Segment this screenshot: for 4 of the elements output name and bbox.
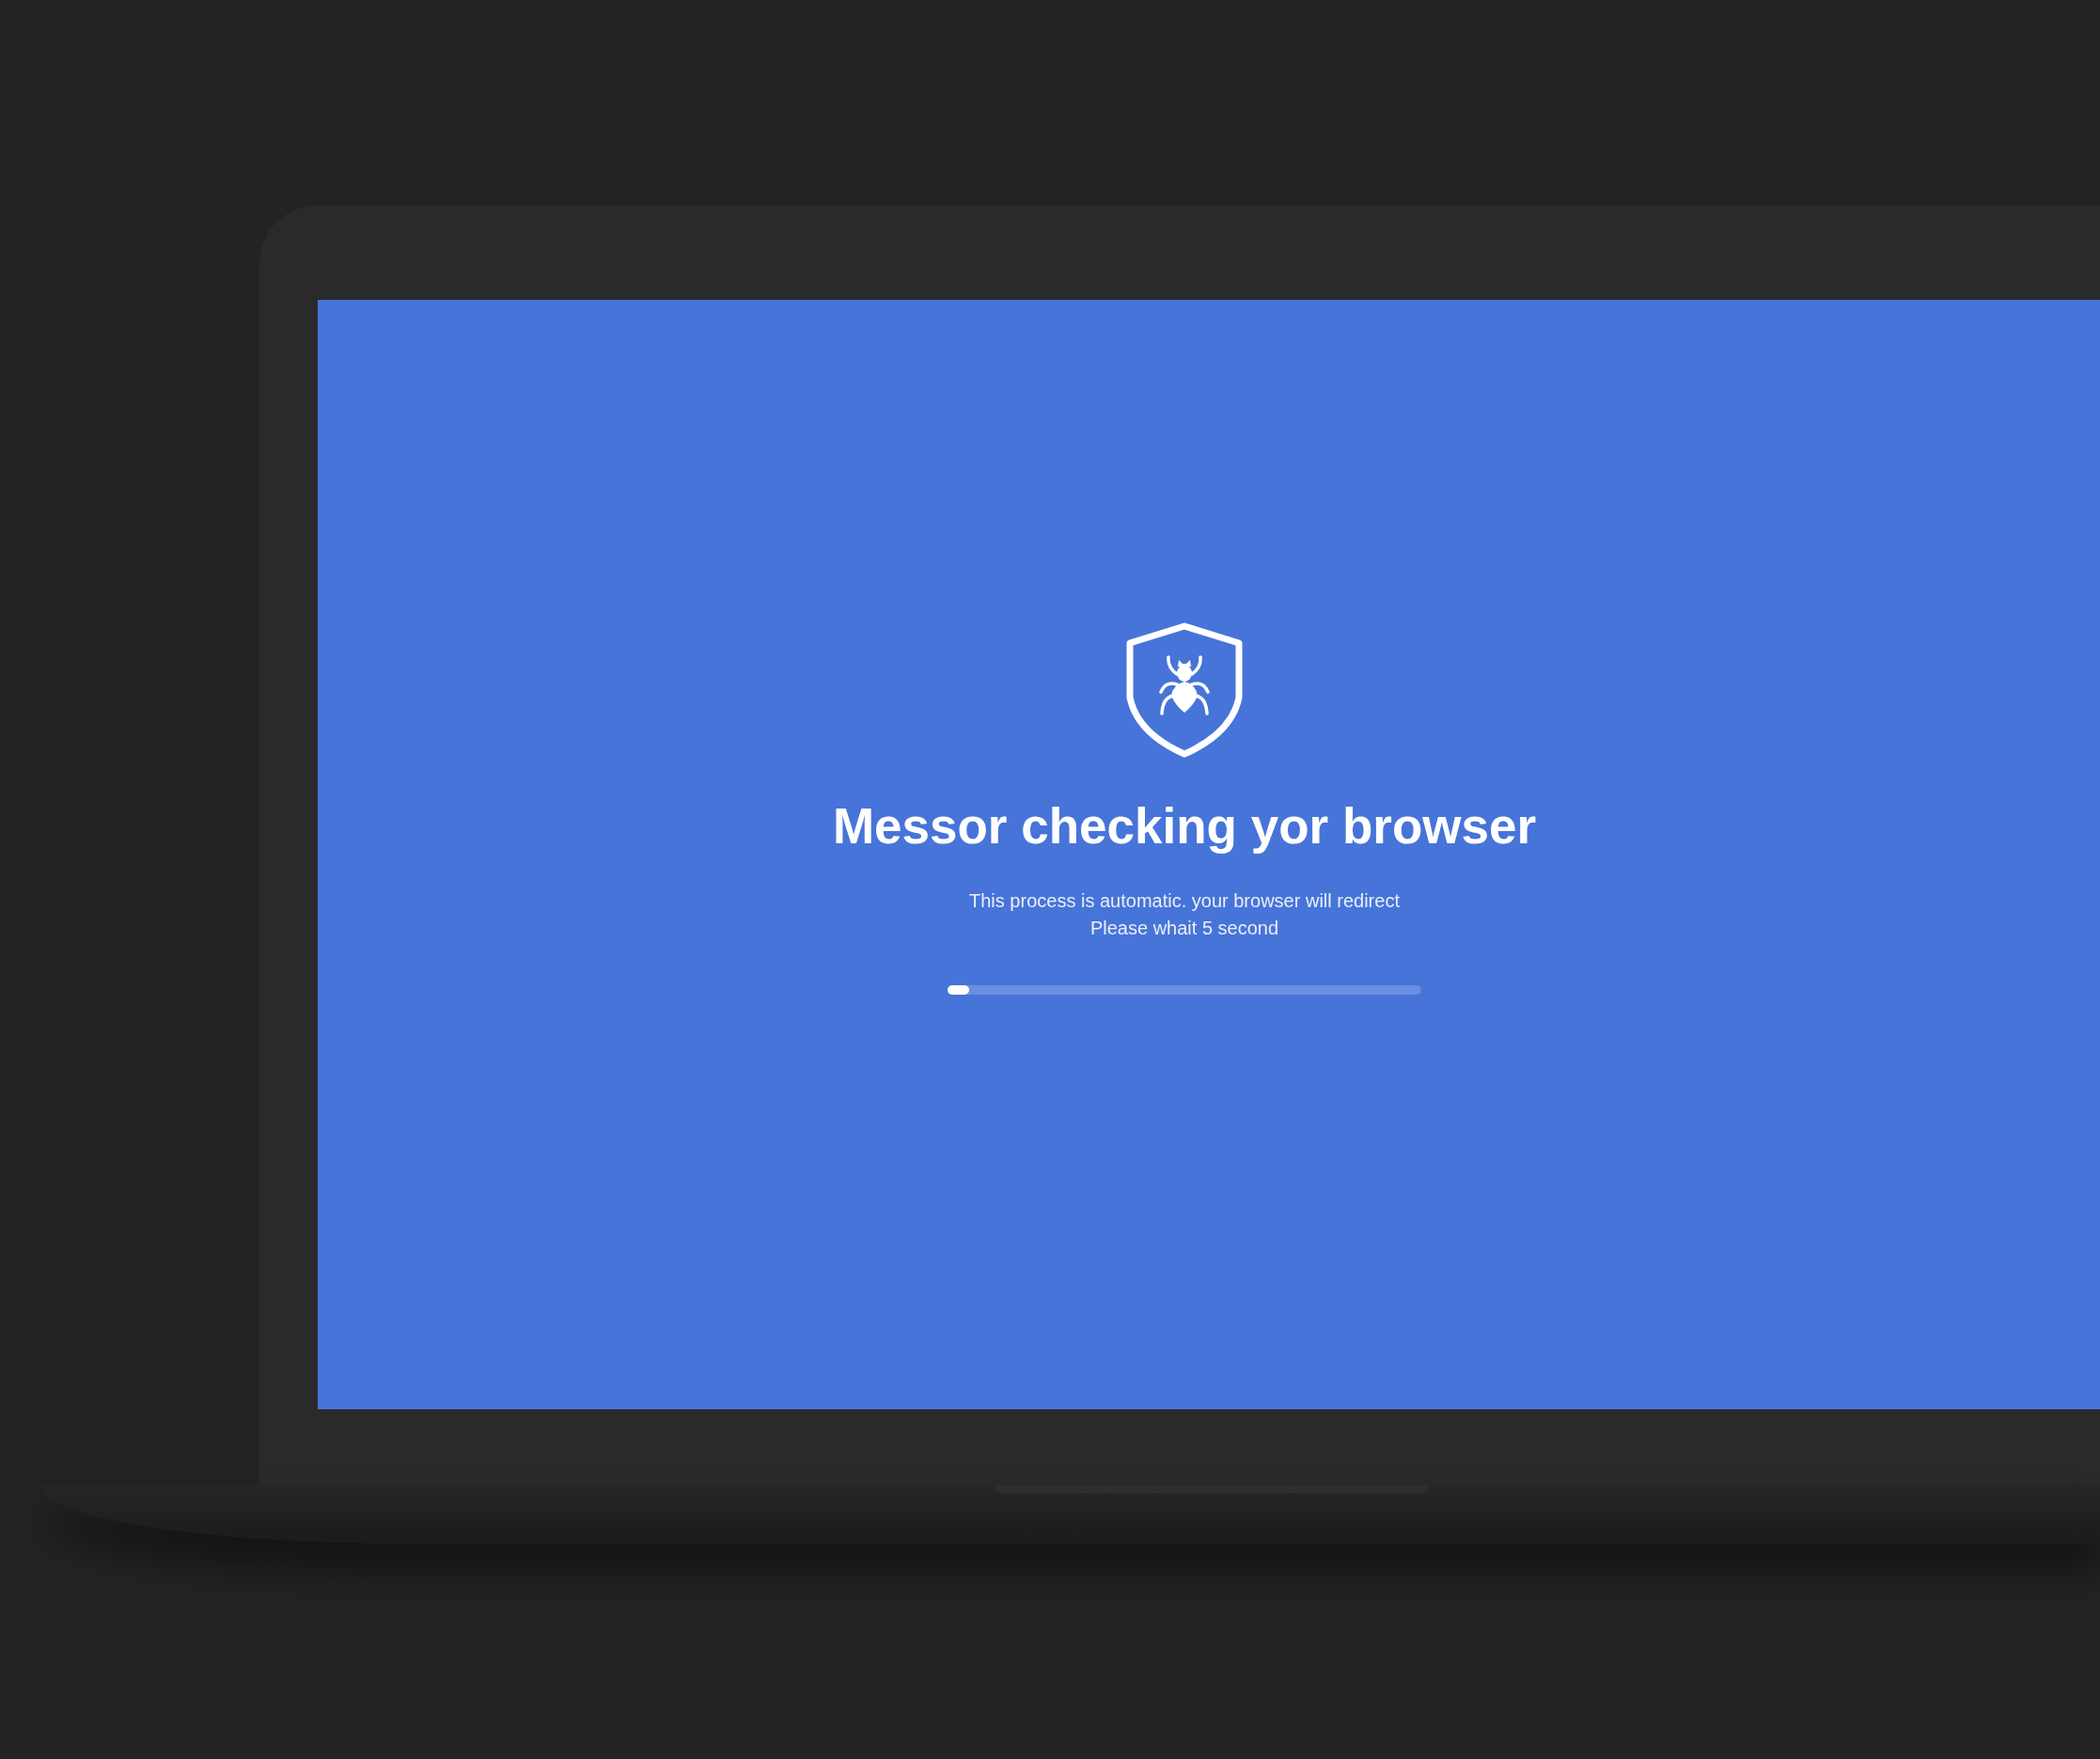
- shield-bug-icon: [1126, 622, 1243, 758]
- message-line: This process is automatic. your browser will redirect: [969, 889, 1400, 914]
- message-line: Please whait 5 second: [1089, 917, 1279, 941]
- page-heading: Messor checking yor browser: [832, 799, 1537, 855]
